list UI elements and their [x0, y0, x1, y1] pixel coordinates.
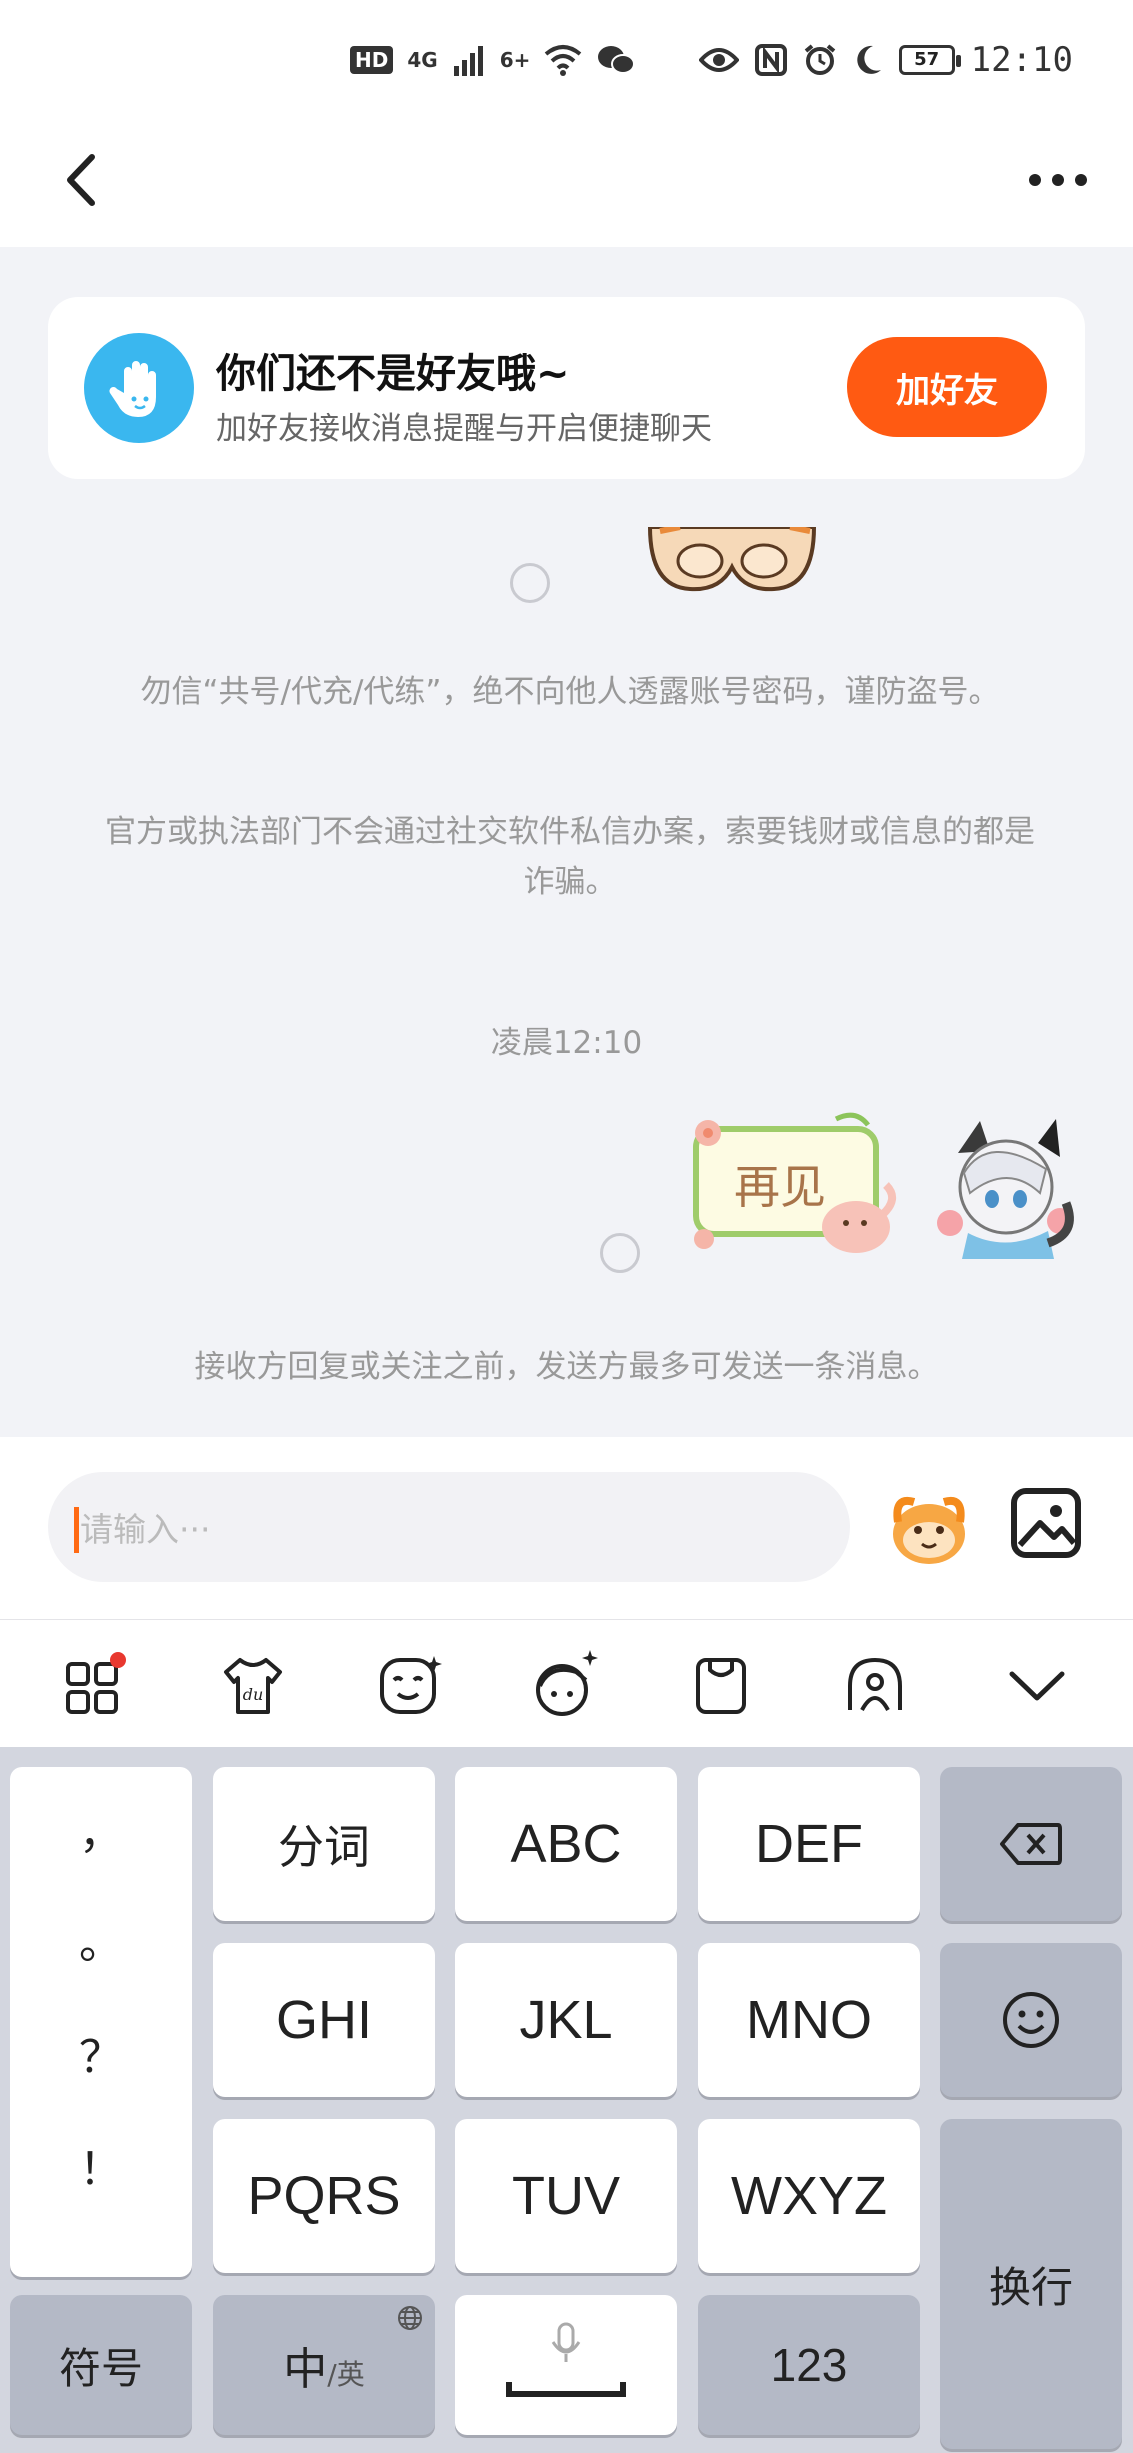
key-mno[interactable]: MNO	[698, 1943, 920, 2097]
space-mic-icon	[506, 2322, 626, 2397]
skin-shirt-icon[interactable]: du	[218, 1650, 288, 1720]
avatar-sticker-icon[interactable]	[530, 1650, 600, 1720]
handwriting-icon[interactable]	[840, 1650, 910, 1720]
emoji-face-icon[interactable]	[374, 1650, 444, 1720]
moon-icon	[856, 45, 881, 74]
security-notice-account: 勿信“共号/代充/代练”，绝不向他人透露账号密码，谨防盗号。	[140, 674, 1000, 710]
punct-period-key[interactable]: 。	[10, 1907, 192, 1971]
smiley-icon	[1003, 1992, 1059, 2048]
t9-keyboard: ， 。 ？ ！ 分词 ABC DEF GHI JKL MNO PQRS TUV …	[0, 1747, 1133, 2453]
apps-grid-icon[interactable]	[58, 1650, 128, 1720]
key-jkl[interactable]: JKL	[455, 1943, 677, 2097]
lang-main-label: 中	[283, 2344, 328, 2395]
goodbye-sticker[interactable]: 再见	[686, 1109, 906, 1264]
svg-text:du: du	[243, 1685, 264, 1704]
status-right: 57 12:10	[698, 40, 1073, 80]
chat-area[interactable]: 你们还不是好友哦~ 加好友接收消息提醒与开启便捷聊天 加好友 勿信“共号/代充/…	[0, 247, 1133, 1437]
user-avatar[interactable]	[928, 1113, 1078, 1263]
status-time: 12:10	[970, 40, 1073, 80]
punct-comma-key[interactable]: ，	[10, 1797, 192, 1861]
collapse-keyboard-icon[interactable]	[1002, 1650, 1072, 1720]
enter-key[interactable]: 换行	[940, 2119, 1122, 2449]
clipboard-icon[interactable]	[686, 1650, 756, 1720]
lang-sub-label: /英	[327, 2358, 365, 2391]
message-input[interactable]: 请输入···	[48, 1472, 850, 1582]
security-notice-fraud: 官方或执法部门不会通过社交软件私信办案，索要钱财或信息的都是诈骗。	[105, 814, 1035, 900]
chat-header	[0, 125, 1133, 247]
select-message-radio[interactable]	[510, 563, 550, 603]
battery-indicator: 57	[898, 45, 961, 75]
eye-icon	[698, 48, 739, 72]
message-timestamp: 凌晨12:10	[490, 1025, 643, 1061]
image-picker-icon[interactable]	[1010, 1483, 1082, 1563]
not-friend-banner: 你们还不是好友哦~ 加好友接收消息提醒与开启便捷聊天 加好友	[48, 297, 1085, 479]
alarm-icon	[804, 44, 835, 75]
more-options-icon[interactable]	[1023, 155, 1093, 205]
message-limit-notice: 接收方回复或关注之前，发送方最多可发送一条消息。	[194, 1349, 939, 1385]
key-abc[interactable]: ABC	[455, 1767, 677, 1921]
key-pqrs[interactable]: PQRS	[213, 2119, 435, 2273]
space-key[interactable]	[455, 2295, 677, 2435]
backspace-icon	[1000, 1823, 1062, 1865]
wifi-6-label: 6+	[499, 48, 531, 72]
text-cursor	[74, 1507, 79, 1553]
backspace-key[interactable]	[940, 1767, 1122, 1921]
key-fenci[interactable]: 分词	[213, 1767, 435, 1921]
banner-title: 你们还不是好友哦~	[216, 351, 570, 397]
signal-icon	[453, 46, 483, 76]
punctuation-column[interactable]: ， 。 ？ ！	[10, 1767, 192, 2277]
punct-exclaim-key[interactable]: ！	[10, 2133, 192, 2197]
status-left: HD 4G 6+	[350, 44, 636, 76]
status-bar: HD 4G 6+ 57 12:10	[0, 0, 1133, 125]
wechat-icon	[598, 46, 636, 74]
add-friend-button[interactable]: 加好友	[847, 337, 1047, 437]
back-arrow-icon[interactable]	[50, 145, 120, 215]
keyboard-toolbar: du	[0, 1619, 1133, 1747]
banner-subtitle: 加好友接收消息提醒与开启便捷聊天	[216, 411, 712, 447]
language-switch-key[interactable]: 中 /英	[213, 2295, 435, 2435]
punct-question-key[interactable]: ？	[10, 2021, 192, 2085]
symbol-key[interactable]: 符号	[10, 2295, 192, 2435]
sticker-picker-icon[interactable]	[884, 1482, 974, 1572]
hd-badge: HD	[350, 46, 394, 74]
key-tuv[interactable]: TUV	[455, 2119, 677, 2273]
globe-icon	[398, 2306, 422, 2330]
sticker-text: 再见	[734, 1160, 826, 1214]
message-input-bar: 请输入···	[0, 1437, 1133, 1619]
emoji-key[interactable]	[940, 1943, 1122, 2097]
network-4g-label: 4G	[407, 48, 438, 72]
key-wxyz[interactable]: WXYZ	[698, 2119, 920, 2273]
number-key[interactable]: 123	[698, 2295, 920, 2435]
key-def[interactable]: DEF	[698, 1767, 920, 1921]
nfc-icon	[754, 44, 787, 76]
key-ghi[interactable]: GHI	[213, 1943, 435, 2097]
select-message-radio[interactable]	[600, 1233, 640, 1273]
wifi-icon	[545, 45, 582, 76]
hand-icon	[84, 333, 194, 443]
sticker-partial-image[interactable]	[640, 527, 830, 595]
